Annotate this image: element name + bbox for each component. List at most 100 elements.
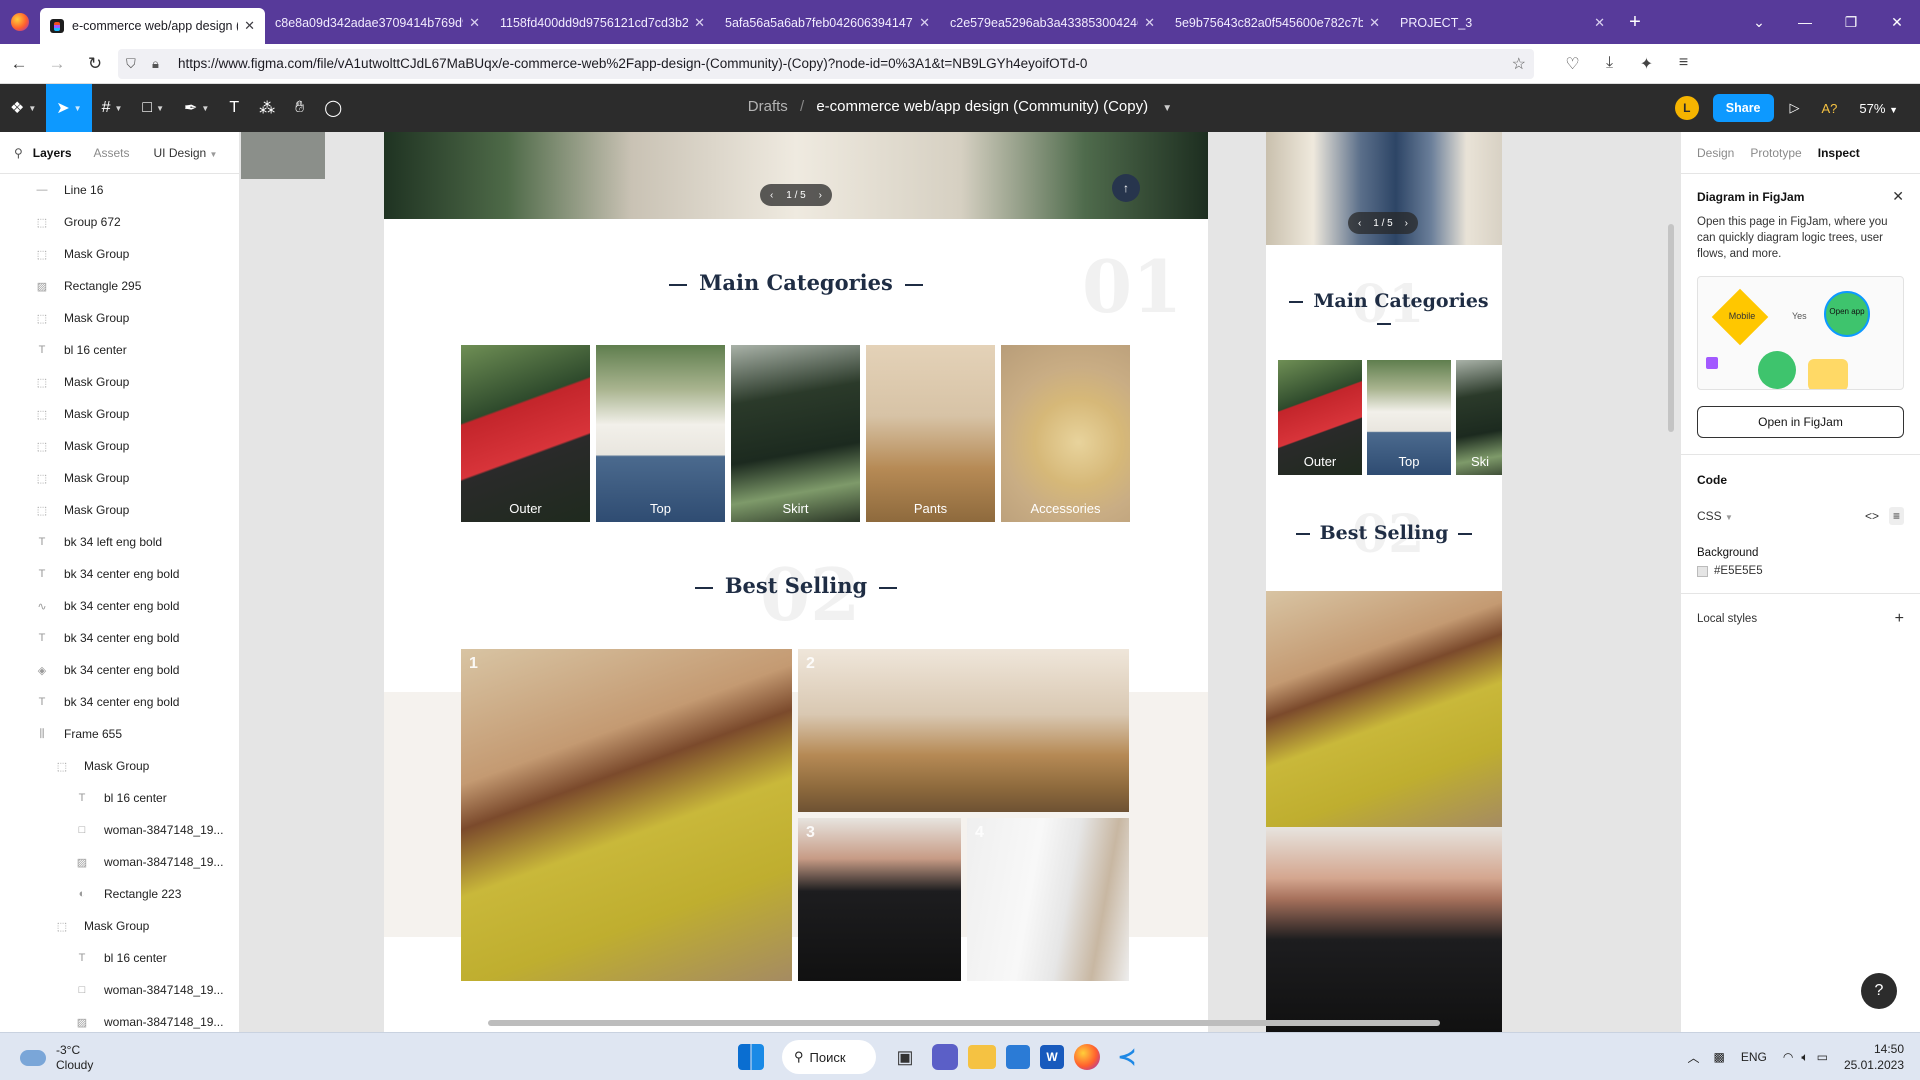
tab-inspect[interactable]: Inspect [1818, 146, 1860, 160]
weather-widget[interactable]: -3°C Cloudy [20, 1043, 93, 1073]
browser-tab[interactable]: 1158fd400dd9d9756121cd7cd3b251 ✕ [490, 6, 715, 40]
layer-row[interactable]: Tbl 16 center [0, 334, 239, 366]
move-tool[interactable]: ➤ ▼ [46, 84, 92, 132]
layer-row[interactable]: Tbk 34 center eng bold [0, 686, 239, 718]
best-selling-item-2[interactable]: 2 [798, 649, 1129, 812]
list-view-icon[interactable]: ≡ [1888, 507, 1904, 525]
text-tool[interactable]: T [219, 84, 249, 132]
hero-pager[interactable]: ‹ 1 / 5 › [760, 184, 832, 206]
layer-row[interactable]: ⬚ Mask Group [0, 366, 239, 398]
breadcrumb-drafts[interactable]: Drafts [748, 98, 788, 115]
window-close-icon[interactable]: ✕ [1874, 14, 1920, 31]
layer-row[interactable]: ◈ bk 34 center eng bold [0, 654, 239, 686]
search-icon[interactable]: ⚲ [14, 146, 23, 160]
layer-row[interactable]: Tbk 34 center eng bold [0, 622, 239, 654]
browser-tab-active[interactable]: e-commerce web/app design (C ✕ [40, 8, 265, 44]
windows-start-icon[interactable] [738, 1044, 764, 1070]
layer-row[interactable]: ▨ woman-3847148_19... [0, 846, 239, 878]
browser-tab[interactable]: c2e579ea5296ab3a4338530042466 ✕ [940, 6, 1165, 40]
layer-row[interactable]: ⬚ Mask Group [0, 430, 239, 462]
desktop-frame[interactable]: ‹ 1 / 5 › ↑ 01 Main Categories Outer Top… [384, 132, 1208, 1032]
close-tab-icon[interactable]: ✕ [1369, 15, 1380, 31]
chevron-left-icon[interactable]: ‹ [1358, 218, 1361, 229]
file-explorer-icon[interactable] [968, 1045, 996, 1069]
scroll-up-arrow-icon[interactable]: ↑ [1112, 174, 1140, 202]
tab-design[interactable]: Design [1697, 146, 1734, 160]
pocket-icon[interactable]: ♡ [1554, 54, 1591, 74]
tab-layers[interactable]: Layers [33, 146, 72, 160]
chevron-right-icon[interactable]: › [819, 190, 822, 201]
close-tab-icon[interactable]: ✕ [694, 15, 705, 31]
reload-icon[interactable]: ↻ [76, 54, 114, 74]
best-selling-item-1[interactable]: 1 [461, 649, 792, 981]
shield-icon[interactable]: ⛉ [126, 56, 146, 72]
layer-row[interactable]: ▨ Rectangle 295 [0, 270, 239, 302]
tray-chevron-up-icon[interactable]: ︿ [1688, 1049, 1700, 1066]
chevron-right-icon[interactable]: › [1405, 218, 1408, 229]
word-icon[interactable]: W [1040, 1045, 1064, 1069]
layer-row[interactable]: Tbk 34 center eng bold [0, 558, 239, 590]
layer-row[interactable]: Tbk 34 left eng bold [0, 526, 239, 558]
category-card-accessories[interactable]: Accessories [1001, 345, 1130, 522]
best-selling-item-4[interactable]: 4 [967, 818, 1129, 981]
browser-tab[interactable]: c8e8a09d342adae3709414b769d901 ✕ [265, 6, 490, 40]
back-arrow-icon[interactable]: ← [0, 54, 38, 74]
code-view-icon[interactable]: <> [1865, 509, 1879, 523]
close-tab-icon[interactable]: ✕ [1594, 15, 1605, 31]
downloads-icon[interactable]: ⤓ [1591, 54, 1628, 74]
hand-tool[interactable]: ✋︎ [285, 84, 314, 132]
layer-row[interactable]: □ woman-3847148_19... [0, 814, 239, 846]
category-card-skirt[interactable]: Skirt [731, 345, 860, 522]
present-play-icon[interactable]: ▷ [1790, 100, 1800, 116]
share-button[interactable]: Share [1712, 94, 1774, 122]
layer-row[interactable]: ⬚ Mask Group [0, 398, 239, 430]
zoom-level[interactable]: 57% ▼ [1859, 101, 1898, 116]
chat-icon[interactable] [932, 1044, 958, 1070]
layer-row[interactable]: □ woman-3847148_19... [0, 974, 239, 1006]
canvas-vertical-scrollbar[interactable] [1668, 224, 1674, 432]
browser-tab[interactable]: 5e9b75643c82a0f545600e782c7bcb6 ✕ [1165, 6, 1390, 40]
close-icon[interactable]: ✕ [1892, 188, 1904, 205]
close-tab-icon[interactable]: ✕ [469, 15, 480, 31]
wifi-icon[interactable]: ◠ [1783, 1050, 1793, 1064]
volume-icon[interactable]: 🔈︎ [1801, 1050, 1808, 1065]
taskbar-search[interactable]: ⚲ Поиск [782, 1040, 876, 1074]
close-tab-icon[interactable]: ✕ [1144, 15, 1155, 31]
url-text[interactable]: https://www.figma.com/file/vA1utwolttCJd… [178, 56, 1512, 71]
menu-hamburger-icon[interactable]: ≡ [1665, 54, 1702, 74]
layer-row[interactable]: ⬚ Mask Group [0, 750, 239, 782]
layer-row[interactable]: Tbl 16 center [0, 942, 239, 974]
restore-icon[interactable]: ❐ [1828, 14, 1874, 31]
pen-tool[interactable]: ✒ ▼ [174, 84, 219, 132]
canvas-horizontal-scrollbar[interactable] [488, 1020, 1440, 1026]
battery-icon[interactable]: ▭ [1817, 1050, 1828, 1064]
url-bar[interactable]: ⛉ 🔒︎ https://www.figma.com/file/vA1utwol… [118, 48, 1534, 79]
add-style-plus-icon[interactable]: + [1895, 610, 1904, 628]
comment-tool[interactable]: ◯ [314, 84, 352, 132]
layer-row[interactable]: — Line 16 [0, 174, 239, 206]
forward-arrow-icon[interactable]: → [38, 54, 76, 74]
tab-list-chevron-icon[interactable]: ⌄ [1736, 14, 1782, 31]
resources-tool[interactable]: ⁂ [249, 84, 285, 132]
category-card-outer[interactable]: Outer [461, 345, 590, 522]
canvas-gray-rectangle[interactable] [241, 132, 325, 179]
mobile-category-skirt[interactable]: Ski [1456, 360, 1502, 475]
best-selling-item-3[interactable]: 3 [798, 818, 961, 981]
tab-prototype[interactable]: Prototype [1750, 146, 1801, 160]
layer-row[interactable]: ⫼ Frame 655 [0, 718, 239, 750]
mobile-best-selling-item-1[interactable] [1266, 591, 1502, 827]
chevron-down-icon[interactable]: ▼ [1162, 103, 1172, 114]
code-language-select[interactable]: CSS ▼ [1697, 509, 1733, 523]
minimize-icon[interactable]: — [1782, 14, 1828, 30]
lock-icon[interactable]: 🔒︎ [152, 56, 172, 72]
extensions-icon[interactable]: ✦ [1628, 54, 1665, 74]
language-indicator[interactable]: ENG [1741, 1050, 1767, 1064]
close-tab-icon[interactable]: ✕ [244, 18, 255, 34]
clock[interactable]: 14:50 25.01.2023 [1844, 1041, 1904, 1073]
background-value[interactable]: #E5E5E5 [1714, 565, 1763, 577]
bookmark-star-icon[interactable]: ☆ [1512, 54, 1526, 74]
close-tab-icon[interactable]: ✕ [919, 15, 930, 31]
avatar[interactable]: L [1674, 96, 1699, 120]
store-icon[interactable] [1006, 1045, 1030, 1069]
firefox-logo-icon[interactable] [0, 0, 40, 44]
